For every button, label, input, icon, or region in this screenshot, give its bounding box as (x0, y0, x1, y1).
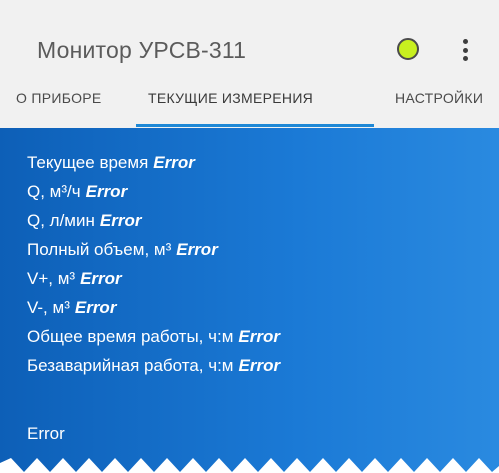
measurement-value: Error (176, 240, 218, 259)
more-vertical-icon[interactable] (456, 36, 474, 64)
measurement-row-fault-free-runtime: Безаварийная работа, ч:м Error (27, 351, 280, 380)
app-title: Монитор УРСВ-311 (37, 37, 247, 63)
measurement-label: Общее время работы, ч:м (27, 327, 234, 346)
measurement-row-flow-m3h: Q, м³/ч Error (27, 177, 280, 206)
measurement-label: Полный объем, м³ (27, 240, 172, 259)
tab-selected-indicator (136, 124, 374, 127)
measurement-label: Безаварийная работа, ч:м (27, 356, 234, 375)
measurement-value: Error (85, 182, 128, 201)
measurement-label: Q, м³/ч (27, 182, 81, 201)
tab-about-device[interactable]: О ПРИБОРЕ (16, 90, 102, 106)
measurement-value: Error (74, 298, 117, 317)
measurement-row-flow-lmin: Q, л/мин Error (27, 206, 280, 235)
measurement-value: Error (99, 211, 142, 230)
measurement-row-v-plus: V+, м³ Error (27, 264, 280, 293)
measurement-row-current-time: Текущее время Error (27, 148, 280, 177)
status-message: Error (27, 424, 65, 443)
tab-current-measurements[interactable]: ТЕКУЩИЕ ИЗМЕРЕНИЯ (148, 90, 313, 106)
tab-bar: О ПРИБОРЕ ТЕКУЩИЕ ИЗМЕРЕНИЯ НАСТРОЙКИ (0, 84, 499, 128)
measurements-list: Текущее время Error Q, м³/ч Error Q, л/мин… (27, 148, 280, 380)
measurement-row-total-runtime: Общее время работы, ч:м Error (27, 322, 280, 351)
measurement-label: Q, л/мин (27, 211, 95, 230)
measurements-panel: Текущее время Error Q, м³/ч Error Q, л/мин… (0, 128, 499, 473)
measurement-value: Error (153, 153, 195, 172)
tab-settings[interactable]: НАСТРОЙКИ (395, 90, 483, 106)
measurement-row-v-minus: V-, м³ Error (27, 293, 280, 322)
measurement-value: Error (238, 356, 281, 375)
measurement-value: Error (80, 269, 122, 288)
measurement-row-total-volume: Полный объем, м³ Error (27, 235, 280, 264)
app-bar: Монитор УРСВ-311 О ПРИБОРЕ ТЕКУЩИЕ ИЗМЕР… (0, 0, 499, 128)
measurement-label: V+, м³ (27, 269, 76, 288)
connection-status-indicator[interactable] (397, 38, 419, 60)
measurement-label: V-, м³ (27, 298, 70, 317)
torn-edge-decoration (0, 458, 499, 473)
measurement-value: Error (238, 327, 280, 346)
measurement-label: Текущее время (27, 153, 149, 172)
